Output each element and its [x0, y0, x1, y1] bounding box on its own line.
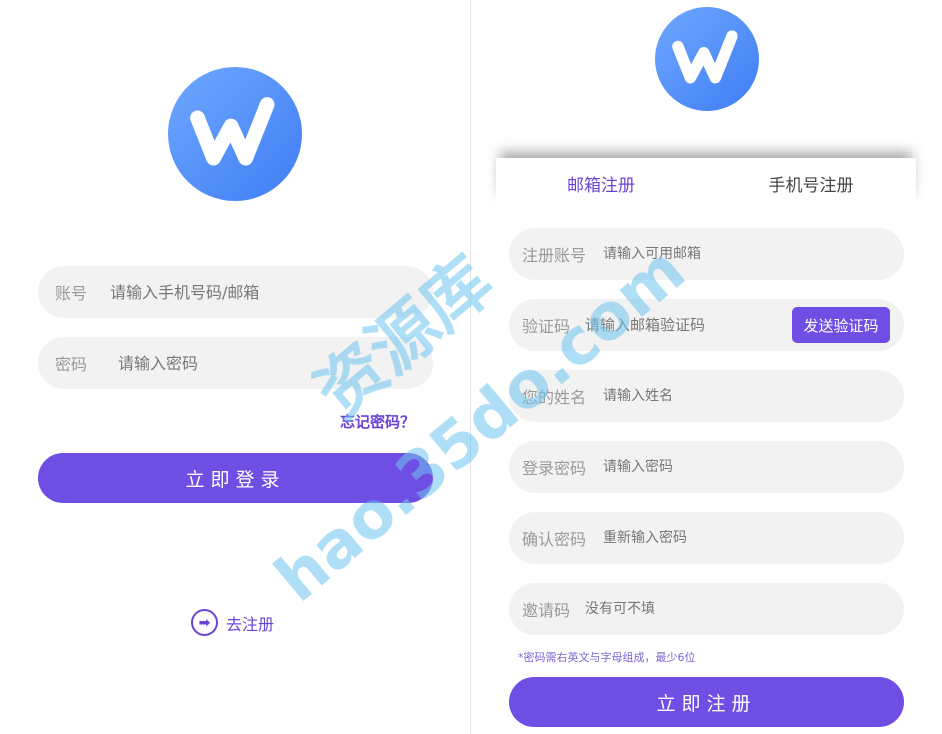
goto-register-label: 去注册 — [226, 614, 275, 634]
register-button[interactable]: 立即注册 — [509, 677, 904, 727]
name-input[interactable] — [603, 388, 783, 404]
verification-code-input[interactable] — [585, 316, 775, 334]
goto-register-link[interactable]: ➡ 去注册 — [191, 609, 274, 636]
w-logo-icon — [168, 67, 302, 201]
name-label: 您的姓名 — [522, 388, 587, 407]
confirm-password-field: 确认密码 — [509, 512, 904, 564]
forgot-password-link[interactable]: 忘记密码？ — [340, 411, 415, 432]
w-logo-icon — [655, 7, 759, 111]
login-password-label: 登录密码 — [522, 459, 587, 478]
tab-phone-register[interactable]: 手机号注册 — [706, 158, 916, 208]
invite-code-input[interactable] — [585, 601, 765, 617]
account-label: 账号 — [55, 284, 88, 303]
login-password-input[interactable] — [603, 459, 783, 475]
send-code-button[interactable]: 发送验证码 — [792, 307, 890, 343]
confirm-password-label: 确认密码 — [522, 530, 587, 549]
password-input[interactable] — [118, 353, 398, 373]
login-password-field: 登录密码 — [509, 441, 904, 493]
password-hint: *密码需右英文与字母组成，最少6位 — [518, 651, 696, 664]
account-field: 账号 — [38, 266, 433, 318]
name-field: 您的姓名 — [509, 370, 904, 422]
login-panel: 账号 密码 忘记密码？ 立即登录 ➡ 去注册 — [0, 0, 470, 734]
register-account-label: 注册账号 — [522, 246, 587, 265]
invite-code-field: 邀请码 — [509, 583, 904, 635]
verification-code-field: 验证码 发送验证码 — [509, 299, 904, 351]
register-account-input[interactable] — [603, 246, 783, 262]
account-input[interactable] — [110, 282, 390, 302]
password-label: 密码 — [55, 355, 88, 374]
register-tabs: 邮箱注册 手机号注册 — [496, 158, 916, 208]
invite-code-label: 邀请码 — [522, 601, 571, 620]
tab-email-register[interactable]: 邮箱注册 — [496, 158, 706, 208]
arrow-right-circle-icon: ➡ — [191, 609, 218, 636]
password-field: 密码 — [38, 337, 433, 389]
confirm-password-input[interactable] — [603, 530, 783, 546]
login-button[interactable]: 立即登录 — [38, 453, 433, 503]
verification-code-label: 验证码 — [522, 317, 571, 336]
register-account-field: 注册账号 — [509, 228, 904, 280]
register-panel: 邮箱注册 手机号注册 注册账号 验证码 发送验证码 您的姓名 登录密码 确认密码… — [471, 0, 942, 734]
